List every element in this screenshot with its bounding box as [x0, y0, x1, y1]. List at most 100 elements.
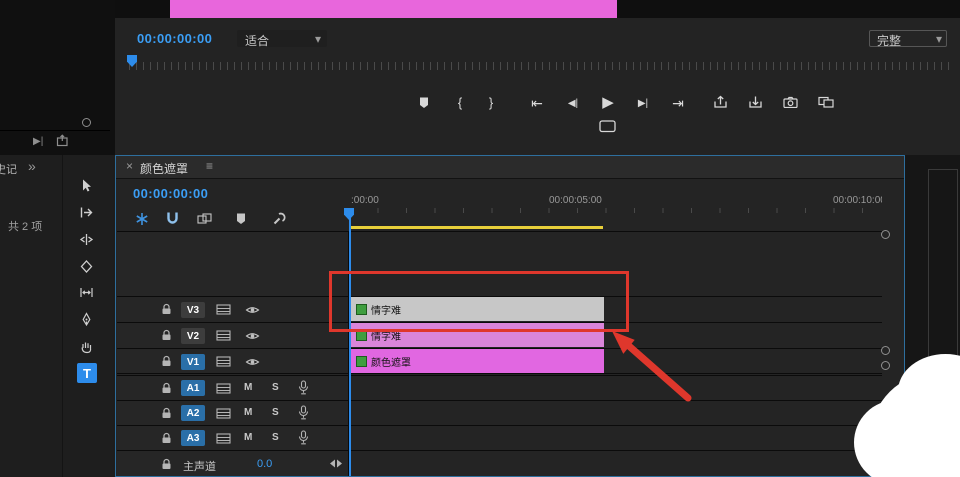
project-partial-title: 史记: [0, 161, 17, 177]
track-name-v3[interactable]: V3: [181, 302, 205, 318]
timeline-ruler[interactable]: :00:00 00:00:05:00 00:00:10:00: [349, 194, 882, 214]
sync-lock-icon[interactable]: [216, 330, 231, 341]
timeline-timecode[interactable]: 00:00:00:00: [133, 186, 208, 201]
sync-lock-icon[interactable]: [216, 408, 231, 419]
track-name-a2[interactable]: A2: [181, 405, 205, 421]
track-name-v2[interactable]: V2: [181, 328, 205, 344]
keyframe-nav-icon[interactable]: [329, 459, 343, 468]
go-to-out-button[interactable]: ⇥: [672, 96, 684, 110]
snap-toggle[interactable]: [166, 211, 179, 226]
export-panel-icon[interactable]: [56, 134, 69, 147]
pen-tool[interactable]: [79, 312, 94, 327]
annotation-red-arrow: [592, 312, 707, 407]
track-name-a3[interactable]: A3: [181, 430, 205, 446]
color-matte-preview: [170, 0, 617, 18]
go-to-in-button[interactable]: ⇤: [531, 96, 543, 110]
mute-button[interactable]: M: [244, 432, 252, 443]
sync-lock-icon[interactable]: [216, 356, 231, 367]
lock-icon[interactable]: [161, 432, 172, 445]
program-timecode[interactable]: 00:00:00:00: [137, 31, 212, 46]
razor-tool[interactable]: [79, 259, 94, 274]
item-count-label: 共 2 项: [8, 218, 42, 234]
solo-button[interactable]: S: [272, 432, 279, 443]
lock-icon[interactable]: [161, 303, 172, 316]
program-monitor-panel: 00:00:00:00 适合 ▾ 完整 ▾ { } ⇤ ◀| ▶ ▶| ⇥: [115, 0, 960, 155]
timeline-playhead-line: [349, 218, 351, 476]
voiceover-mic-icon[interactable]: [298, 430, 309, 446]
zoom-level-dropdown[interactable]: 适合 ▾: [237, 30, 327, 47]
track-select-forward-tool[interactable]: [79, 205, 94, 220]
lock-icon[interactable]: [161, 329, 172, 342]
panel-expand-chevrons[interactable]: »: [28, 158, 36, 174]
slip-tool[interactable]: [79, 285, 94, 300]
mute-button[interactable]: M: [244, 382, 252, 393]
master-gain-value[interactable]: 0.0: [257, 458, 272, 470]
text-tool[interactable]: T: [77, 363, 97, 383]
clip-fx-badge: [356, 356, 367, 367]
tracks-top-divider: [117, 231, 882, 232]
mute-button[interactable]: M: [244, 407, 252, 418]
solo-button[interactable]: S: [272, 382, 279, 393]
step-forward-button[interactable]: ▶|: [638, 99, 648, 109]
program-ruler[interactable]: [129, 62, 951, 70]
hand-tool[interactable]: [79, 339, 94, 354]
insert-as-nest-toggle[interactable]: [135, 212, 149, 226]
linked-selection-toggle[interactable]: [197, 213, 212, 224]
playback-resolution-dropdown[interactable]: 完整 ▾: [869, 30, 947, 47]
track-row-master: 主声道 0.0: [117, 450, 882, 477]
tools-panel: T: [62, 155, 113, 477]
lock-icon[interactable]: [161, 407, 172, 420]
mark-out-button[interactable]: }: [489, 96, 493, 109]
scrollbar-cap[interactable]: [881, 230, 890, 239]
add-marker-button[interactable]: [418, 96, 430, 109]
premiere-window: ▶| 00:00:00:00 适合 ▾ 完整 ▾ { } ⇤ ◀| ▶ ▶|: [0, 0, 960, 477]
lift-button[interactable]: [713, 95, 728, 109]
render-bar: [351, 226, 603, 229]
mark-in-button[interactable]: {: [458, 96, 462, 109]
play-around-icon[interactable]: ▶|: [33, 136, 43, 147]
ruler-label: 00:00:05:00: [549, 195, 602, 206]
add-marker-button[interactable]: [235, 212, 247, 225]
track-output-eye-icon[interactable]: [245, 331, 260, 341]
scrollbar-cap[interactable]: [82, 118, 91, 127]
sync-lock-icon[interactable]: [216, 433, 231, 444]
track-output-eye-icon[interactable]: [245, 305, 260, 315]
redaction-blob: [854, 400, 939, 477]
master-track-label: 主声道: [183, 458, 216, 474]
chevron-down-icon: ▾: [936, 32, 942, 46]
voiceover-mic-icon[interactable]: [298, 380, 309, 396]
selection-tool[interactable]: [79, 178, 94, 193]
solo-button[interactable]: S: [272, 407, 279, 418]
track-row-a1: A1 M S: [117, 375, 882, 401]
scrollbar-cap[interactable]: [881, 346, 890, 355]
ripple-edit-tool[interactable]: [79, 232, 94, 247]
export-frame-button[interactable]: [783, 96, 798, 108]
lock-icon[interactable]: [161, 458, 172, 471]
lock-icon[interactable]: [161, 355, 172, 368]
scrollbar-cap[interactable]: [881, 361, 890, 370]
timeline-tab-bar: × 颜色遮罩 ≡: [116, 156, 904, 179]
media-panel: ▶|: [0, 0, 116, 155]
track-row-a2: A2 M S: [117, 400, 882, 426]
extract-button[interactable]: [748, 95, 763, 109]
lock-icon[interactable]: [161, 382, 172, 395]
safe-margins-button[interactable]: [599, 120, 616, 133]
voiceover-mic-icon[interactable]: [298, 405, 309, 421]
track-output-eye-icon[interactable]: [245, 357, 260, 367]
track-name-a1[interactable]: A1: [181, 380, 205, 396]
text-tool-label: T: [83, 366, 91, 381]
project-sidebar: 史记 » 共 2 项: [0, 155, 62, 477]
sync-lock-icon[interactable]: [216, 383, 231, 394]
timeline-tab-title[interactable]: 颜色遮罩: [140, 160, 188, 177]
clip-label: 颜色遮罩: [371, 354, 411, 369]
timeline-settings-wrench-icon[interactable]: [272, 211, 286, 225]
play-button[interactable]: ▶: [602, 95, 614, 110]
sync-lock-icon[interactable]: [216, 304, 231, 315]
comparison-view-button[interactable]: [818, 96, 834, 108]
timeline-playhead-marker[interactable]: [344, 208, 354, 220]
clip-v1[interactable]: 颜色遮罩: [351, 349, 604, 373]
close-icon[interactable]: ×: [126, 159, 133, 173]
step-back-button[interactable]: ◀|: [568, 99, 578, 109]
panel-menu-icon[interactable]: ≡: [206, 159, 213, 173]
track-name-v1[interactable]: V1: [181, 354, 205, 370]
